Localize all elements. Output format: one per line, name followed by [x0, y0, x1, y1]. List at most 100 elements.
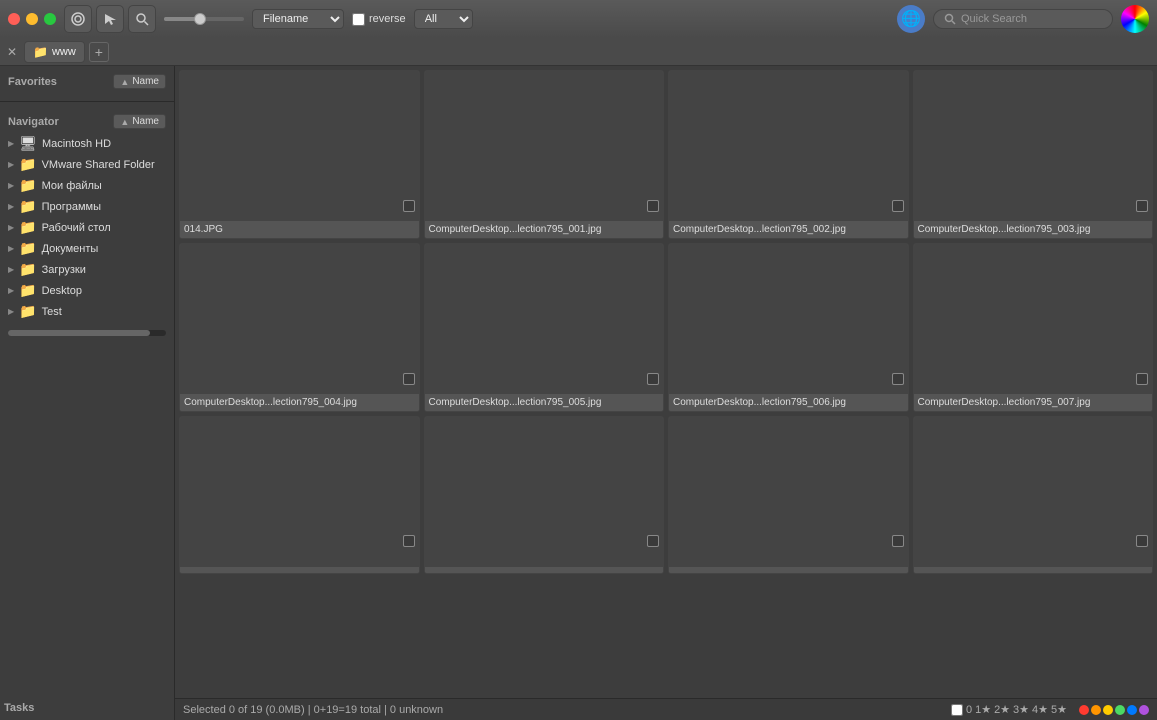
reverse-checkbox[interactable] — [352, 13, 365, 26]
statusbar: Selected 0 of 19 (0.0MB) | 0+19=19 total… — [175, 698, 1157, 720]
grid-item-0[interactable]: 014.JPG — [179, 70, 420, 239]
folder-icon-7: 📁 — [19, 282, 36, 299]
rating-1[interactable]: 1★ — [975, 703, 991, 716]
favorites-sort-badge[interactable]: ▲ Name — [113, 74, 166, 89]
sort-select[interactable]: Filename — [252, 9, 344, 29]
expand-arrow-5: ▶ — [8, 244, 14, 253]
sidebar-item-desktop-en[interactable]: ▶ 📁 Desktop — [4, 280, 170, 301]
navigator-badge-label: Name — [132, 116, 159, 127]
sidebar-item-vmware[interactable]: ▶ 📁 VMware Shared Folder — [4, 154, 170, 175]
thumb-11 — [914, 417, 1153, 567]
sidebar-label-5: Документы — [42, 243, 99, 255]
filename-6: ComputerDesktop...lection795_006.jpg — [669, 394, 908, 411]
checkbox-5[interactable] — [647, 373, 659, 385]
expand-arrow-6: ▶ — [8, 265, 14, 274]
globe-icon[interactable]: 🌐 — [897, 5, 925, 33]
sidebar-scrollbar[interactable] — [8, 330, 166, 336]
tasks-section: Tasks — [0, 696, 174, 720]
sidebar-item-downloads[interactable]: ▶ 📁 Загрузки — [4, 259, 170, 280]
grid-item-3[interactable]: ComputerDesktop...lection795_003.jpg — [913, 70, 1154, 239]
checkbox-8[interactable] — [403, 535, 415, 547]
expand-arrow-1: ▶ — [8, 160, 14, 169]
rating-5[interactable]: 5★ — [1051, 703, 1067, 716]
grid-item-9[interactable] — [424, 416, 665, 574]
grid-item-1[interactable]: ComputerDesktop...lection795_001.jpg — [424, 70, 665, 239]
filename-9 — [425, 567, 664, 573]
sidebar-item-test[interactable]: ▶ 📁 Test — [4, 301, 170, 322]
expand-arrow-0: ▶ — [8, 139, 14, 148]
grid-item-11[interactable] — [913, 416, 1154, 574]
filename-8 — [180, 567, 419, 573]
checkbox-10[interactable] — [892, 535, 904, 547]
status-text: Selected 0 of 19 (0.0MB) | 0+19=19 total… — [183, 704, 943, 716]
sidebar-item-documents[interactable]: ▶ 📁 Документы — [4, 238, 170, 259]
grid-item-6[interactable]: ComputerDesktop...lection795_006.jpg — [668, 243, 909, 412]
color-dot-orange[interactable] — [1091, 705, 1101, 715]
checkbox-2[interactable] — [892, 200, 904, 212]
sidebar-label-6: Загрузки — [42, 264, 86, 276]
checkbox-0[interactable] — [403, 200, 415, 212]
color-dot-purple[interactable] — [1139, 705, 1149, 715]
close-button[interactable] — [8, 13, 20, 25]
checkbox-11[interactable] — [1136, 535, 1148, 547]
checkbox-7[interactable] — [1136, 373, 1148, 385]
sidebar-item-desktop-ru[interactable]: ▶ 📁 Рабочий стол — [4, 217, 170, 238]
rating-checkbox[interactable] — [951, 704, 963, 716]
color-dot-blue[interactable] — [1127, 705, 1137, 715]
search-icon[interactable] — [128, 5, 156, 33]
grid-item-2[interactable]: ComputerDesktop...lection795_002.jpg — [668, 70, 909, 239]
tab-www[interactable]: 📁 www — [24, 41, 85, 63]
checkbox-3[interactable] — [1136, 200, 1148, 212]
sidebar-item-programs[interactable]: ▶ 📁 Программы — [4, 196, 170, 217]
favorites-section: Favorites ▲ Name — [0, 66, 174, 97]
expand-arrow-4: ▶ — [8, 223, 14, 232]
color-dot-red[interactable] — [1079, 705, 1089, 715]
thumb-9 — [425, 417, 664, 567]
color-dot-green[interactable] — [1115, 705, 1125, 715]
maximize-button[interactable] — [44, 13, 56, 25]
filter-dropdown-wrap[interactable]: All — [414, 9, 473, 29]
zoom-slider[interactable] — [164, 17, 244, 21]
filename-4: ComputerDesktop...lection795_004.jpg — [180, 394, 419, 411]
reverse-checkbox-group: reverse — [352, 13, 406, 26]
filter-select[interactable]: All — [414, 9, 473, 29]
thumb-0 — [180, 71, 419, 221]
search-input[interactable] — [961, 13, 1101, 25]
sidebar-item-my-files[interactable]: ▶ 📁 Мои файлы — [4, 175, 170, 196]
sort-dropdown-wrap[interactable]: Filename — [252, 9, 344, 29]
grid-item-7[interactable]: ComputerDesktop...lection795_007.jpg — [913, 243, 1154, 412]
color-icon[interactable] — [1121, 5, 1149, 33]
rating-2[interactable]: 2★ — [994, 703, 1010, 716]
grid-item-5[interactable]: ComputerDesktop...lection795_005.jpg — [424, 243, 665, 412]
sidebar-item-macintosh-hd[interactable]: ▶ 🖥 Macintosh HD — [4, 133, 170, 154]
thumb-2 — [669, 71, 908, 221]
grid-item-8[interactable] — [179, 416, 420, 574]
filename-11 — [914, 567, 1153, 573]
rating-3[interactable]: 3★ — [1013, 703, 1029, 716]
thumb-5 — [425, 244, 664, 394]
sidebar: Favorites ▲ Name Navigator ▲ Name ▶ 🖥 Ma… — [0, 66, 175, 720]
navigator-sort-badge[interactable]: ▲ Name — [113, 114, 166, 129]
checkbox-1[interactable] — [647, 200, 659, 212]
color-dot-yellow[interactable] — [1103, 705, 1113, 715]
checkbox-4[interactable] — [403, 373, 415, 385]
folder-icon-1: 📁 — [19, 156, 36, 173]
checkbox-9[interactable] — [647, 535, 659, 547]
folder-icon-6: 📁 — [19, 261, 36, 278]
rating-4[interactable]: 4★ — [1032, 703, 1048, 716]
cursor-icon[interactable] — [96, 5, 124, 33]
checkbox-6[interactable] — [892, 373, 904, 385]
close-tab-button[interactable]: ✕ — [4, 44, 20, 60]
add-tab-button[interactable]: + — [89, 42, 109, 62]
rating-0[interactable]: 0 — [966, 704, 972, 716]
filename-5: ComputerDesktop...lection795_005.jpg — [425, 394, 664, 411]
grid-item-4[interactable]: ComputerDesktop...lection795_004.jpg — [179, 243, 420, 412]
minimize-button[interactable] — [26, 13, 38, 25]
folder-icon-0: 🖥 — [19, 135, 37, 152]
grid-item-10[interactable] — [668, 416, 909, 574]
rating-area: 0 1★ 2★ 3★ 4★ 5★ — [951, 703, 1067, 716]
folder-icon-3: 📁 — [19, 198, 36, 215]
tasks-title: Tasks — [4, 702, 34, 714]
favorites-badge-label: Name — [132, 76, 159, 87]
settings-icon[interactable] — [64, 5, 92, 33]
